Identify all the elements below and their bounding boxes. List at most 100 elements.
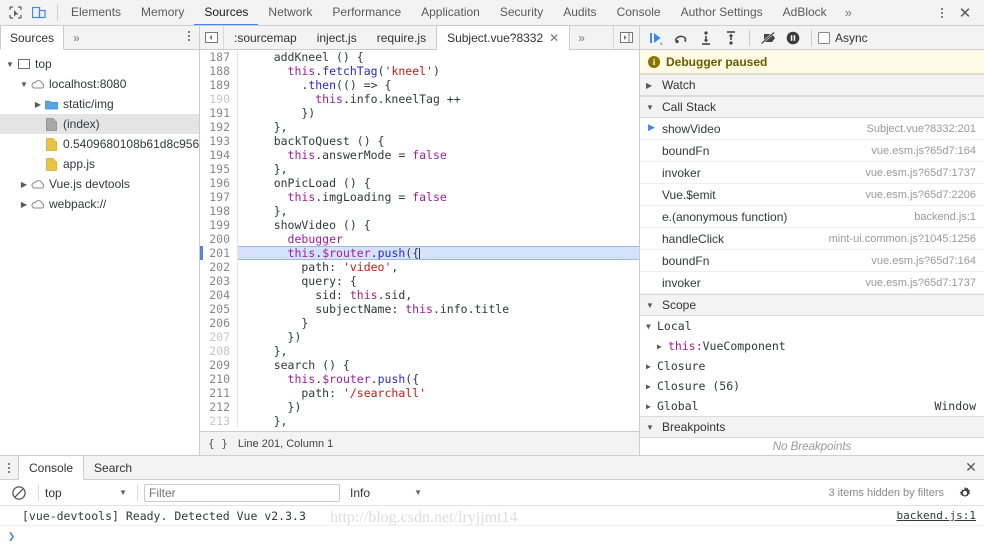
code-line[interactable]: 211 path: '/searchall' — [200, 386, 639, 400]
code-line[interactable]: 204 sid: this.sid, — [200, 288, 639, 302]
call-stack-location[interactable]: Subject.vue?8332:201 — [867, 123, 976, 135]
call-stack-location[interactable]: vue.esm.js?65d7:2206 — [865, 189, 976, 201]
line-number[interactable]: 192 — [200, 120, 238, 134]
editor-tab-inject-js[interactable]: inject.js — [307, 26, 367, 49]
chevron-down-icon[interactable]: ▼ — [414, 488, 422, 497]
code-line[interactable]: 195 }, — [200, 162, 639, 176]
code-line[interactable]: 205 subjectName: this.info.title — [200, 302, 639, 316]
drawer-tab-search[interactable]: Search — [84, 456, 142, 479]
code-line[interactable]: 194 this.answerMode = false — [200, 148, 639, 162]
tab-application[interactable]: Application — [411, 0, 490, 25]
chevron-down-icon[interactable]: ▼ — [646, 322, 657, 331]
call-stack-location[interactable]: vue.esm.js?65d7:164 — [871, 145, 976, 157]
call-stack-row[interactable]: e.(anonymous function) backend.js:1 — [640, 206, 984, 228]
deactivate-breakpoints-button[interactable] — [756, 27, 780, 49]
call-stack-row[interactable]: handleClick mint-ui.common.js?1045:1256 — [640, 228, 984, 250]
chevron-right-icon[interactable]: ▶ — [646, 402, 657, 411]
chevron-right-icon[interactable]: ▶ — [657, 342, 668, 351]
line-number[interactable]: 187 — [200, 50, 238, 64]
twisty-icon[interactable]: ▶ — [32, 100, 44, 109]
line-number[interactable]: 199 — [200, 218, 238, 232]
tree-item-localhost[interactable]: ▼ localhost:8080 — [0, 74, 199, 94]
tab-sources[interactable]: Sources — [194, 0, 259, 25]
tab-audits[interactable]: Audits — [553, 0, 606, 25]
scope-row[interactable]: ▼ Local — [640, 316, 984, 336]
editor-tab-require-js[interactable]: require.js — [367, 26, 436, 49]
chevron-right-icon[interactable]: ▶ — [646, 382, 657, 391]
step-out-button[interactable] — [719, 27, 743, 49]
chevron-right-icon[interactable]: ▶ — [646, 362, 657, 371]
code-line[interactable]: 201 this.$router.push({ — [200, 246, 639, 260]
line-number[interactable]: 198 — [200, 204, 238, 218]
scope-row[interactable]: ▶ this: VueComponent — [640, 336, 984, 356]
async-checkbox-row[interactable]: Async — [818, 31, 868, 45]
line-number[interactable]: 203 — [200, 274, 238, 288]
tree-item-static-img[interactable]: ▶ static/img — [0, 94, 199, 114]
line-number[interactable]: 209 — [200, 358, 238, 372]
section-header-breakpoints[interactable]: ▼ Breakpoints — [640, 416, 984, 438]
line-number[interactable]: 205 — [200, 302, 238, 316]
call-stack-row[interactable]: boundFn vue.esm.js?65d7:164 — [640, 250, 984, 272]
code-line[interactable]: 209 search () { — [200, 358, 639, 372]
gear-icon[interactable] — [952, 486, 978, 500]
navigator-more-options-kebab-icon[interactable] — [179, 26, 199, 46]
editor-tab-sourcemap[interactable]: :sourcemap — [224, 26, 307, 49]
line-number[interactable]: 207 — [200, 330, 238, 344]
tab-memory[interactable]: Memory — [131, 0, 194, 25]
code-line[interactable]: 193 backToQuest () { — [200, 134, 639, 148]
drawer-more-options-kebab-icon[interactable] — [0, 456, 18, 479]
step-into-button[interactable] — [694, 27, 718, 49]
clear-console-icon[interactable] — [6, 485, 32, 500]
code-line[interactable]: 213 }, — [200, 414, 639, 428]
scope-row[interactable]: ▶ Closure — [640, 356, 984, 376]
chevron-down-icon[interactable]: ▼ — [646, 301, 656, 310]
tab-author-settings[interactable]: Author Settings — [671, 0, 773, 25]
code-line[interactable]: 203 query: { — [200, 274, 639, 288]
tab-network[interactable]: Network — [258, 0, 322, 25]
code-line[interactable]: 189 .then(() => { — [200, 78, 639, 92]
code-line[interactable]: 196 onPicLoad () { — [200, 176, 639, 190]
section-header-call-stack[interactable]: ▼ Call Stack — [640, 96, 984, 118]
tree-item-app-js[interactable]: app.js — [0, 154, 199, 174]
line-number[interactable]: 195 — [200, 162, 238, 176]
console-filter-input[interactable] — [144, 483, 340, 502]
line-number[interactable]: 211 — [200, 386, 238, 400]
call-stack-row[interactable]: showVideoSubject.vue?8332:201 — [640, 118, 984, 140]
drawer-tab-console[interactable]: Console — [18, 456, 85, 480]
navigator-tab-sources[interactable]: Sources — [0, 26, 65, 50]
code-line[interactable]: 199 showVideo () { — [200, 218, 639, 232]
line-number[interactable]: 191 — [200, 106, 238, 120]
code-viewer[interactable]: 187 addKneel () {188 this.fetchTag('knee… — [200, 50, 639, 431]
tab-security[interactable]: Security — [490, 0, 553, 25]
code-line[interactable]: 210 this.$router.push({ — [200, 372, 639, 386]
code-line[interactable]: 191 }) — [200, 106, 639, 120]
tree-item-top[interactable]: ▼ top — [0, 54, 199, 74]
call-stack-location[interactable]: vue.esm.js?65d7:1737 — [865, 167, 976, 179]
async-checkbox[interactable] — [818, 31, 830, 44]
code-line[interactable]: 202 path: 'video', — [200, 260, 639, 274]
chevron-down-icon[interactable]: ▼ — [646, 423, 656, 432]
chevron-right-icon[interactable]: ▶ — [646, 81, 656, 90]
tree-item-index[interactable]: (index) — [0, 114, 199, 134]
editor-tab-subject-vue[interactable]: Subject.vue?8332 ✕ — [436, 26, 571, 50]
code-line[interactable]: 192 }, — [200, 120, 639, 134]
editor-tab-overflow-chevron-icon[interactable]: » — [570, 26, 593, 49]
twisty-icon[interactable]: ▶ — [18, 200, 30, 209]
console-message-row[interactable]: [vue-devtools] Ready. Detected Vue v2.3.… — [0, 506, 984, 526]
line-number[interactable]: 196 — [200, 176, 238, 190]
line-number[interactable]: 208 — [200, 344, 238, 358]
code-line[interactable]: 190 this.info.kneelTag ++ — [200, 92, 639, 106]
show-debugger-sidebar-button[interactable] — [613, 26, 639, 49]
section-header-watch[interactable]: ▶ Watch — [640, 74, 984, 96]
chevron-down-icon[interactable]: ▼ — [119, 488, 127, 497]
line-number[interactable]: 210 — [200, 372, 238, 386]
line-number[interactable]: 204 — [200, 288, 238, 302]
inspect-element-icon[interactable] — [4, 3, 26, 23]
line-number[interactable]: 194 — [200, 148, 238, 162]
code-line[interactable]: 212 }) — [200, 400, 639, 414]
line-number[interactable]: 190 — [200, 92, 238, 106]
line-number[interactable]: 200 — [200, 232, 238, 246]
step-over-button[interactable] — [669, 27, 693, 49]
close-devtools-icon[interactable]: ✕ — [954, 3, 976, 23]
chevron-down-icon[interactable]: ▼ — [646, 103, 656, 112]
